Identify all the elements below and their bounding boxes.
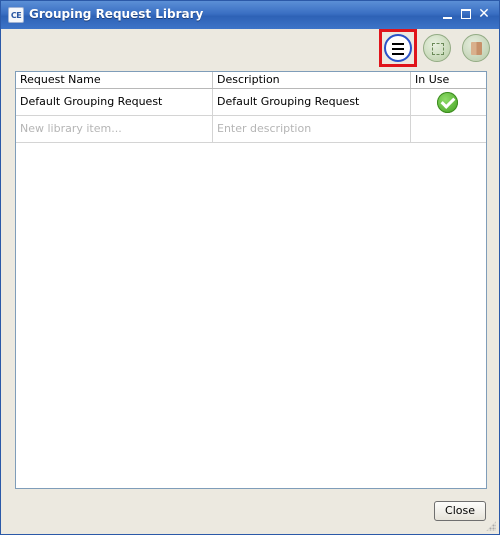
minimize-icon[interactable] (441, 6, 455, 22)
hamburger-menu-icon-bar (392, 53, 404, 55)
cell-in-use[interactable] (411, 89, 486, 115)
table-row[interactable]: Default Grouping Request Default Groupin… (16, 89, 486, 116)
new-item-row[interactable]: New library item... Enter description (16, 116, 486, 143)
new-item-description-input[interactable]: Enter description (213, 116, 411, 142)
cell-request-name[interactable]: Default Grouping Request (16, 89, 213, 115)
hamburger-menu-icon (392, 43, 404, 45)
close-button[interactable]: Close (434, 501, 486, 521)
check-icon (437, 92, 458, 113)
column-header-description[interactable]: Description (213, 72, 411, 88)
maximize-icon[interactable] (459, 6, 473, 22)
menu-button[interactable] (384, 34, 412, 62)
window-title: Grouping Request Library (29, 7, 204, 21)
cell-description[interactable]: Default Grouping Request (213, 89, 411, 115)
column-header-request-name[interactable]: Request Name (16, 72, 213, 88)
package-button[interactable] (462, 34, 490, 62)
app-icon: CE (8, 7, 24, 23)
table-header: Request Name Description In Use (16, 72, 486, 89)
new-item-in-use-cell (411, 116, 486, 142)
new-item-name-input[interactable]: New library item... (16, 116, 213, 142)
select-region-button[interactable] (423, 34, 451, 62)
title-bar[interactable]: CE Grouping Request Library ✕ (1, 1, 499, 29)
request-table: Request Name Description In Use Default … (15, 71, 487, 489)
hamburger-menu-icon-bar (392, 48, 404, 50)
column-header-in-use[interactable]: In Use (411, 72, 486, 88)
resize-grip-icon[interactable] (486, 521, 496, 531)
dialog-window: CE Grouping Request Library ✕ Request Na… (0, 0, 500, 535)
close-icon[interactable]: ✕ (477, 6, 491, 22)
